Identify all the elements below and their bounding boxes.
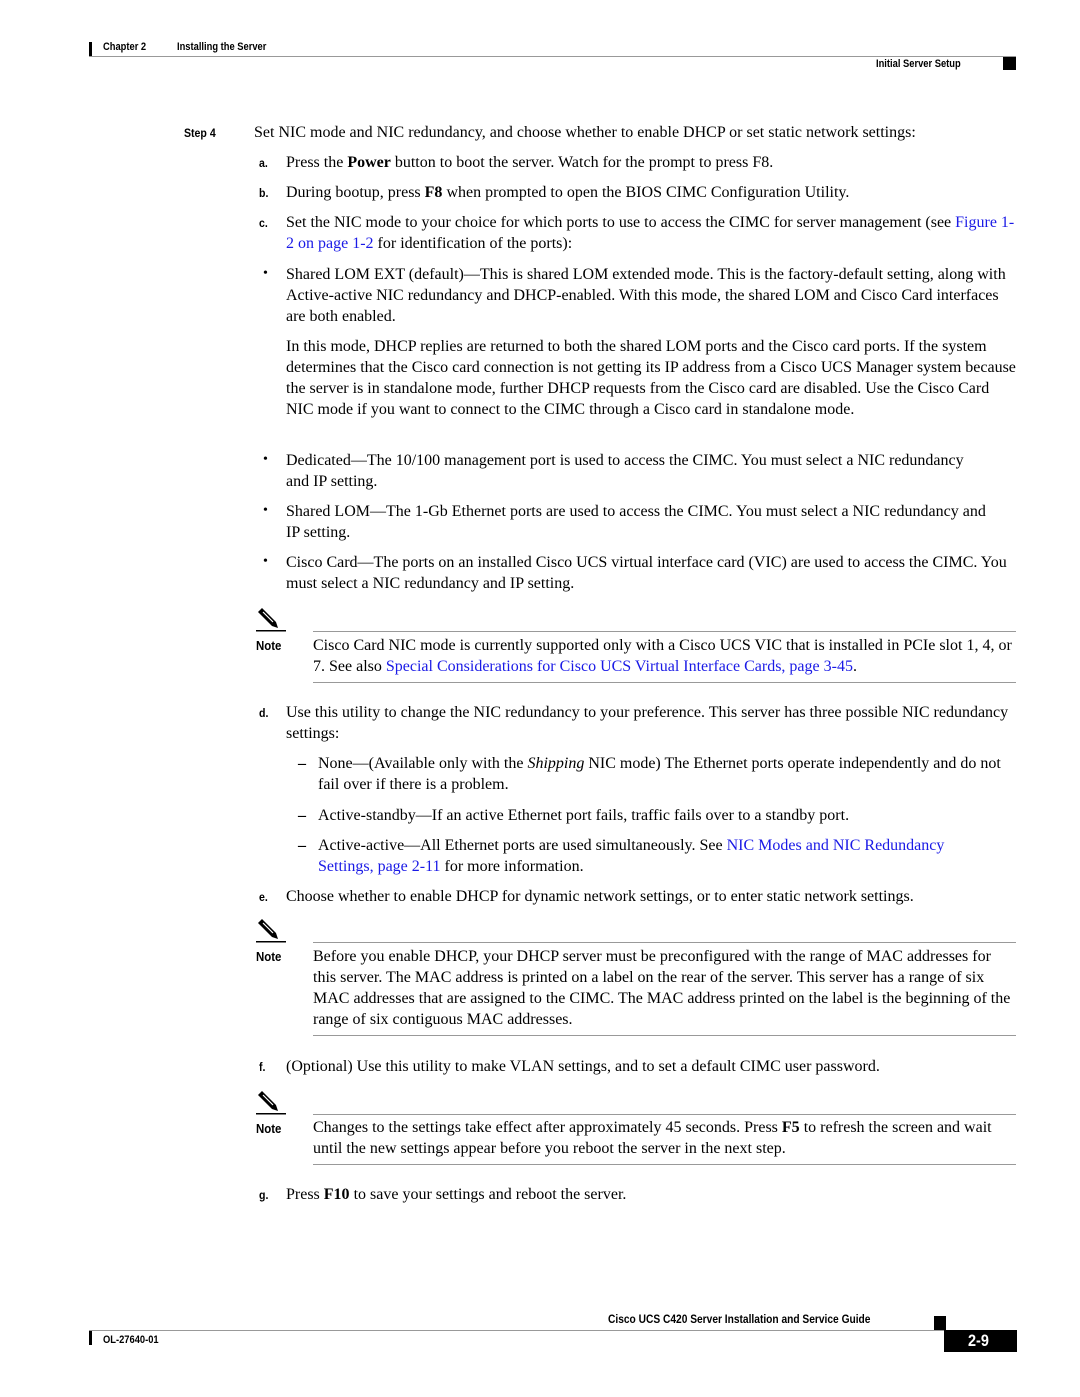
header-right-block <box>1003 57 1016 70</box>
note-top-rule <box>313 1114 1016 1115</box>
power-key: Power <box>347 154 391 171</box>
bullet-icon: • <box>263 266 268 281</box>
text-segment: Active-active—All Ethernet ports are use… <box>318 837 727 854</box>
shipping-term: Shipping <box>527 755 585 772</box>
text-segment: for identification of the ports): <box>373 235 573 252</box>
text-segment: Changes to the settings take effect afte… <box>313 1119 782 1136</box>
note-top-rule <box>313 942 1016 943</box>
special-considerations-link[interactable]: Special Considerations for Cisco UCS Vir… <box>386 658 853 675</box>
step-text: Set NIC mode and NIC redundancy, and cho… <box>254 124 916 141</box>
note-label: Note <box>256 949 282 964</box>
chapter-title: Installing the Server <box>177 41 267 53</box>
chapter-label: Chapter 2 <box>103 41 147 53</box>
note-dhcp-text: Before you enable DHCP, your DHCP server… <box>313 948 1011 1028</box>
bullet-icon: • <box>263 554 268 569</box>
text-segment: button to boot the server. Watch for the… <box>390 154 774 171</box>
note-bottom-rule <box>313 682 1016 683</box>
substep-b-label: b. <box>259 186 269 200</box>
text-segment: During bootup, press <box>286 184 425 201</box>
footer-left-bar <box>89 1331 92 1345</box>
text-segment: to save your settings and reboot the ser… <box>349 1186 627 1203</box>
page-number: 2-9 <box>968 1331 989 1350</box>
pencil-note-icon <box>256 608 286 632</box>
substep-e-text: Choose whether to enable DHCP for dynami… <box>286 888 914 905</box>
f10-key: F10 <box>323 1186 350 1203</box>
redundancy-active-active: Active-active—All Ethernet ports are use… <box>318 835 958 877</box>
nic-mode-shared-lom-ext-detail: In this mode, DHCP replies are returned … <box>286 338 1016 418</box>
text-segment: . <box>852 658 857 675</box>
substep-d-label: d. <box>259 706 269 720</box>
note-label: Note <box>256 638 282 653</box>
redundancy-none: None—(Available only with the Shipping N… <box>318 753 1018 795</box>
dash-icon: – <box>298 807 306 824</box>
text-segment: Press <box>286 1186 324 1203</box>
step-label: Step 4 <box>184 126 216 140</box>
text-segment: for more information. <box>440 858 584 875</box>
section-title: Initial Server Setup <box>876 58 961 70</box>
pencil-note-icon <box>256 1091 286 1115</box>
nic-mode-shared-lom: Shared LOM—The 1-Gb Ethernet ports are u… <box>286 503 986 541</box>
nic-mode-shared-lom-ext: Shared LOM EXT (default)—This is shared … <box>286 266 1006 325</box>
note-cisco-card-text: Cisco Card NIC mode is currently support… <box>313 635 1016 677</box>
substep-a-text: Press the Power button to boot the serve… <box>286 152 1016 173</box>
note-bottom-rule <box>313 1035 1016 1036</box>
footer-small-block <box>934 1316 946 1330</box>
substep-g-label: g. <box>259 1188 269 1202</box>
bullet-icon: • <box>263 452 268 467</box>
substep-f-label: f. <box>259 1060 266 1074</box>
f5-key: F5 <box>781 1119 800 1136</box>
substep-g-text: Press F10 to save your settings and rebo… <box>286 1184 1016 1205</box>
text-segment: Set the NIC mode to your choice for whic… <box>286 214 956 231</box>
substep-e-label: e. <box>259 890 268 904</box>
text-segment: when prompted to open the BIOS CIMC Conf… <box>442 184 850 201</box>
substep-b-text: During bootup, press F8 when prompted to… <box>286 182 1016 203</box>
note-settings-delay-text: Changes to the settings take effect afte… <box>313 1117 1016 1159</box>
substep-c-text: Set the NIC mode to your choice for whic… <box>286 212 1016 254</box>
redundancy-active-standby: Active-standby—If an active Ethernet por… <box>318 807 850 824</box>
note-top-rule <box>313 631 1016 632</box>
doc-number: OL-27640-01 <box>103 1334 159 1346</box>
pencil-note-icon <box>256 919 286 943</box>
substep-c-label: c. <box>259 216 268 230</box>
header-left-bar <box>89 42 92 56</box>
bullet-icon: • <box>263 503 268 518</box>
text-segment: None—(Available only with the <box>318 755 528 772</box>
nic-mode-cisco-card: Cisco Card—The ports on an installed Cis… <box>286 554 1007 592</box>
dash-icon: – <box>298 837 306 854</box>
header-rule <box>89 56 1016 57</box>
substep-d-text: Use this utility to change the NIC redun… <box>286 704 1009 742</box>
note-bottom-rule <box>313 1164 1016 1165</box>
footer-rule <box>89 1330 944 1331</box>
nic-mode-dedicated: Dedicated—The 10/100 management port is … <box>286 452 964 490</box>
guide-title: Cisco UCS C420 Server Installation and S… <box>608 1312 871 1326</box>
text-segment: Press the <box>286 154 348 171</box>
substep-a-label: a. <box>259 156 268 170</box>
substep-f-text: (Optional) Use this utility to make VLAN… <box>286 1058 880 1075</box>
f8-key: F8 <box>424 184 443 201</box>
note-label: Note <box>256 1121 282 1136</box>
dash-icon: – <box>298 755 306 772</box>
